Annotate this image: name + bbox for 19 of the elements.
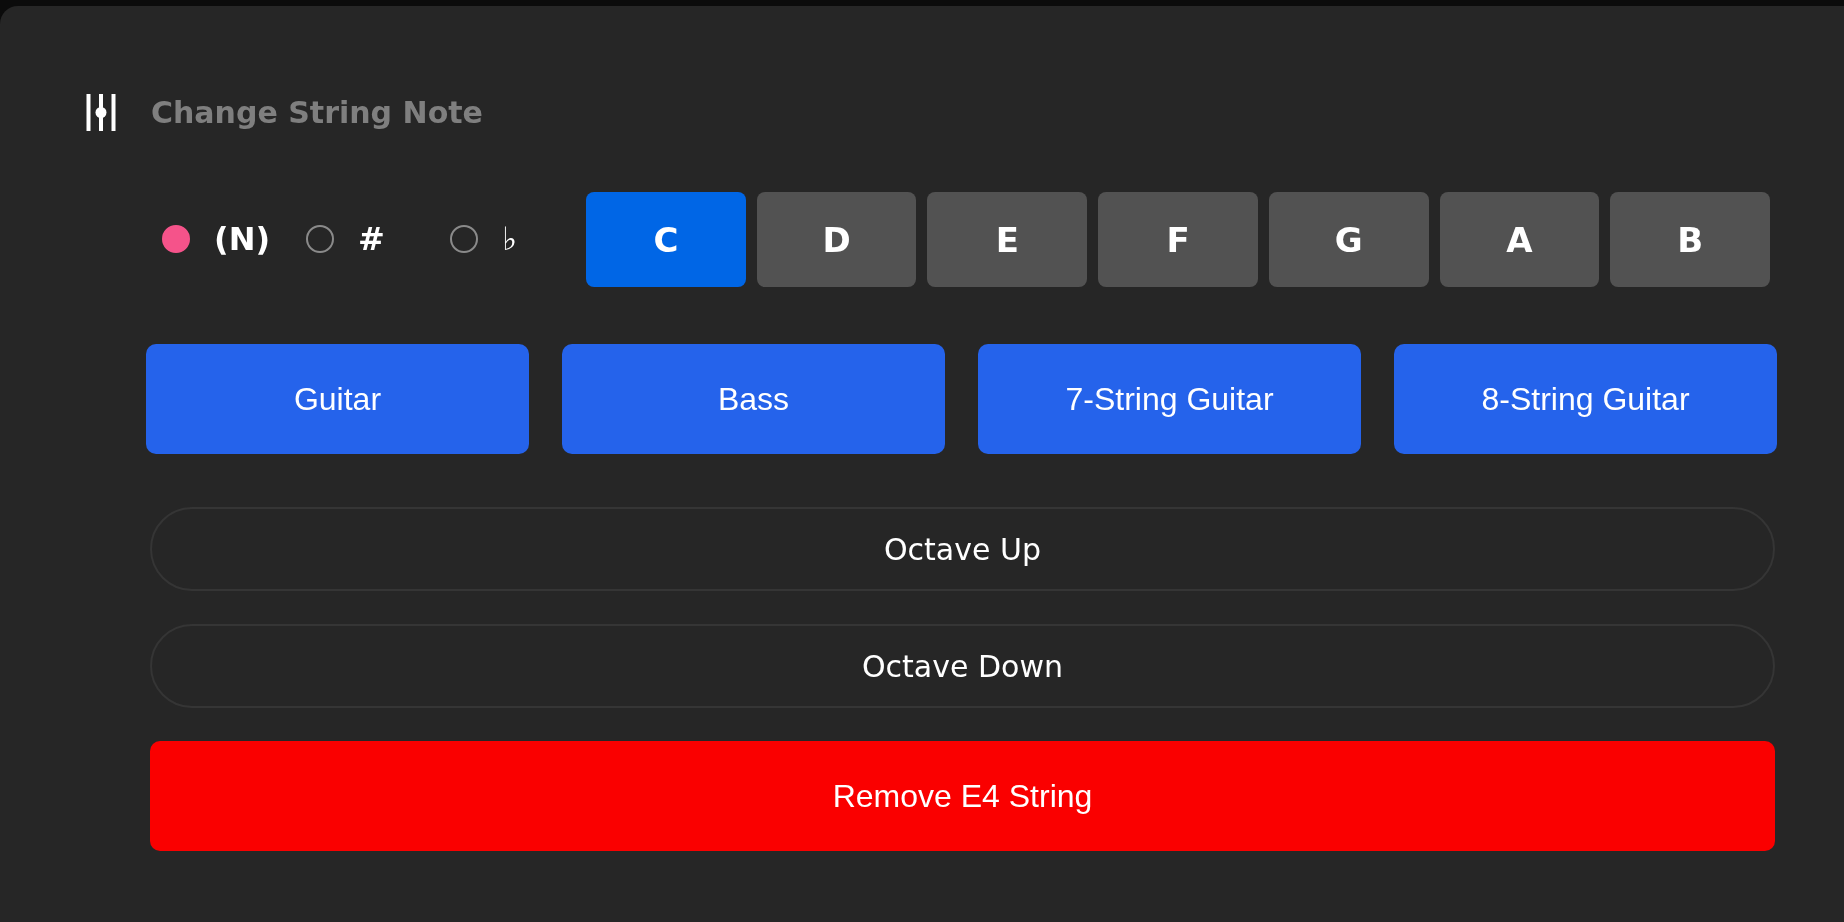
accidental-radio[interactable]: # [306, 220, 385, 259]
note-button[interactable]: C [586, 192, 746, 287]
instrument-button[interactable]: Bass [562, 344, 945, 454]
accidental-radio[interactable]: (N) [162, 220, 271, 259]
note-button[interactable]: E [927, 192, 1088, 287]
danger-button[interactable]: Remove E4 String [150, 741, 1775, 851]
instrument-button[interactable]: Guitar [146, 344, 529, 454]
accidental-radio[interactable]: ♭ [450, 220, 518, 259]
note-button[interactable]: G [1268, 192, 1429, 287]
sliders-icon [86, 94, 116, 131]
note-button[interactable]: A [1439, 192, 1600, 287]
note-button[interactable]: F [1098, 192, 1258, 287]
note-button[interactable]: D [756, 192, 917, 287]
note-button[interactable]: B [1610, 192, 1770, 287]
panel-title: Change String Note [151, 97, 483, 128]
outlined-button[interactable]: Octave Down [150, 624, 1775, 708]
instrument-button[interactable]: 8-String Guitar [1394, 344, 1777, 454]
instrument-button[interactable]: 7-String Guitar [978, 344, 1361, 454]
outlined-button[interactable]: Octave Up [150, 507, 1775, 591]
